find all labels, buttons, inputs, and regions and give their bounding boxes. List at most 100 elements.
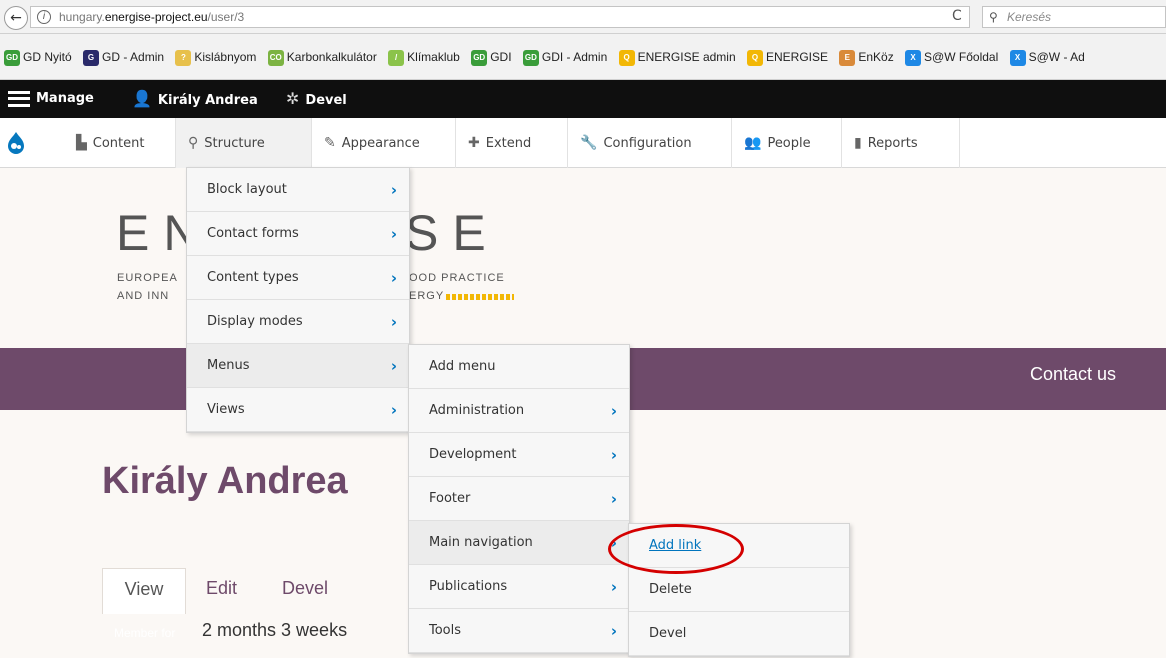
- drupal-icon[interactable]: [6, 131, 26, 155]
- bulb-icon: Q: [746, 49, 763, 66]
- tray-people[interactable]: 👥 People: [732, 118, 842, 168]
- bookmark-energise-admin[interactable]: Q ENERGISE admin: [618, 34, 740, 79]
- user-button[interactable]: 👤 Király Andrea: [132, 80, 258, 118]
- menu-item-delete[interactable]: Delete: [629, 568, 849, 612]
- chevron-right-icon: ›: [610, 446, 617, 464]
- menu-item-devel[interactable]: Devel: [629, 612, 849, 656]
- structure-dropdown: Block layout › Contact forms › Content typ…: [186, 167, 410, 433]
- tray-configuration[interactable]: 🔧 Configuration: [568, 118, 732, 168]
- gdi-icon: GD: [471, 49, 488, 66]
- bookmark-saw-ad[interactable]: X S@W - Ad: [1009, 34, 1089, 79]
- bookmark-enkoz[interactable]: E EnKöz: [839, 34, 897, 79]
- site-logo-right[interactable]: SE: [405, 204, 500, 262]
- back-arrow-icon: ←: [10, 10, 22, 26]
- browser-search-input[interactable]: ⚲ Keresés: [982, 6, 1166, 28]
- member-for-label: Member for: [114, 626, 176, 640]
- search-icon: ⚲: [989, 10, 998, 24]
- info-icon[interactable]: i: [37, 10, 51, 24]
- search-placeholder: Keresés: [1007, 10, 1052, 24]
- bookmark-gdi-admin[interactable]: GD GDI - Admin: [522, 34, 611, 79]
- menu-item-contact-forms[interactable]: Contact forms ›: [187, 212, 409, 256]
- bookmark-gdi[interactable]: GD GDI: [471, 34, 515, 79]
- url-text: hungary.energise-project.eu/user/3: [59, 10, 245, 24]
- chevron-right-icon: ›: [390, 269, 397, 287]
- wrench-icon: 🔧: [580, 135, 598, 151]
- chevron-right-icon: ›: [610, 622, 617, 640]
- tab-view[interactable]: View: [102, 568, 186, 614]
- chevron-right-icon: ›: [390, 357, 397, 375]
- url-field[interactable]: i hungary.energise-project.eu/user/3: [30, 6, 970, 28]
- menus-submenu: Add menu Administration › Development › Fo…: [408, 344, 630, 654]
- gd-admin-icon: G: [83, 49, 100, 66]
- tagline-left-2: AND INN: [117, 290, 170, 302]
- bookmark-kislabnyom[interactable]: ? Kislábnyom: [175, 34, 260, 79]
- tray-structure[interactable]: ⚲ Structure: [176, 118, 312, 168]
- bookmark-karbonkalkulator[interactable]: CO Karbonkalkulátor: [267, 34, 381, 79]
- member-for-row: Member for 2 months 3 weeks: [102, 620, 402, 650]
- sitemap-icon: ⚲: [188, 135, 199, 151]
- saw-icon: X: [905, 49, 922, 66]
- browser-address-bar: ← i hungary.energise-project.eu/user/3 C…: [0, 0, 1166, 34]
- devel-button[interactable]: ✲ Devel: [286, 80, 347, 118]
- puzzle-icon: ✚: [468, 135, 480, 151]
- menu-item-tools[interactable]: Tools ›: [409, 609, 629, 653]
- gear-icon: ✲: [286, 89, 300, 108]
- admin-toolbar: Manage 👤 Király Andrea ✲ Devel: [0, 80, 1166, 118]
- page-title: Király Andrea: [102, 460, 348, 502]
- paintbrush-icon: ✎: [324, 135, 336, 151]
- menu-item-display-modes[interactable]: Display modes ›: [187, 300, 409, 344]
- menu-item-block-layout[interactable]: Block layout ›: [187, 168, 409, 212]
- chevron-right-icon: ›: [390, 181, 397, 199]
- bar-chart-icon: ▮: [854, 135, 862, 151]
- co2-icon: CO: [267, 49, 284, 66]
- menu-item-development[interactable]: Development ›: [409, 433, 629, 477]
- member-for-value: 2 months 3 weeks: [202, 620, 348, 640]
- bookmark-energise[interactable]: Q ENERGISE: [746, 34, 832, 79]
- menu-item-content-types[interactable]: Content types ›: [187, 256, 409, 300]
- back-button[interactable]: ←: [4, 6, 28, 30]
- file-icon: ▙: [76, 135, 87, 151]
- bookmark-klimaklub[interactable]: / Klímaklub: [388, 34, 464, 79]
- chevron-right-icon: ›: [390, 401, 397, 419]
- gdi-admin-icon: GD: [522, 49, 539, 66]
- bulb-icon: Q: [618, 49, 635, 66]
- chevron-right-icon: ›: [610, 578, 617, 596]
- tagline-left-1: EUROPEA: [117, 272, 178, 284]
- tray-extend[interactable]: ✚ Extend: [456, 118, 568, 168]
- tray-content[interactable]: ▙ Content: [64, 118, 176, 168]
- tray-appearance[interactable]: ✎ Appearance: [312, 118, 456, 168]
- menu-item-footer[interactable]: Footer ›: [409, 477, 629, 521]
- menu-item-add-menu[interactable]: Add menu: [409, 345, 629, 389]
- hamburger-icon: [8, 90, 30, 107]
- menu-item-publications[interactable]: Publications ›: [409, 565, 629, 609]
- gd-icon: GD: [4, 49, 20, 66]
- bookmark-gd-admin[interactable]: G GD - Admin: [83, 34, 168, 79]
- user-icon: 👤: [132, 89, 152, 108]
- klimaklub-icon: /: [388, 49, 405, 66]
- tagline-right-2: ERGY: [409, 290, 445, 302]
- menu-item-views[interactable]: Views ›: [187, 388, 409, 432]
- chevron-right-icon: ›: [610, 402, 617, 420]
- tab-devel[interactable]: Devel: [282, 568, 328, 614]
- saw-icon: X: [1009, 49, 1026, 66]
- bookmark-saw-fooldal[interactable]: X S@W Főoldal: [905, 34, 1002, 79]
- chevron-right-icon: ›: [610, 490, 617, 508]
- tab-edit[interactable]: Edit: [206, 568, 237, 614]
- energy-bar-decoration: [446, 294, 514, 300]
- enkoz-icon: E: [839, 49, 856, 66]
- menu-item-administration[interactable]: Administration ›: [409, 389, 629, 433]
- annotation-highlight-ellipse: [608, 524, 744, 574]
- people-icon: 👥: [744, 135, 762, 151]
- bookmarks-bar: GD GD Nyitó G GD - Admin ? Kislábnyom CO Kar…: [0, 34, 1166, 80]
- chevron-right-icon: ›: [390, 225, 397, 243]
- tray-reports[interactable]: ▮ Reports: [842, 118, 960, 168]
- contact-us-link[interactable]: Contact us: [1030, 364, 1116, 385]
- manage-button[interactable]: Manage: [8, 80, 94, 118]
- chevron-right-icon: ›: [390, 313, 397, 331]
- reload-icon[interactable]: C: [952, 8, 962, 24]
- bookmark-gd-nyito[interactable]: GD GD Nyitó: [4, 34, 76, 79]
- tagline-right-1: OOD PRACTICE: [409, 272, 505, 284]
- menu-item-main-navigation[interactable]: Main navigation ›: [409, 521, 629, 565]
- menu-item-menus[interactable]: Menus ›: [187, 344, 409, 388]
- footprint-icon: ?: [175, 49, 192, 66]
